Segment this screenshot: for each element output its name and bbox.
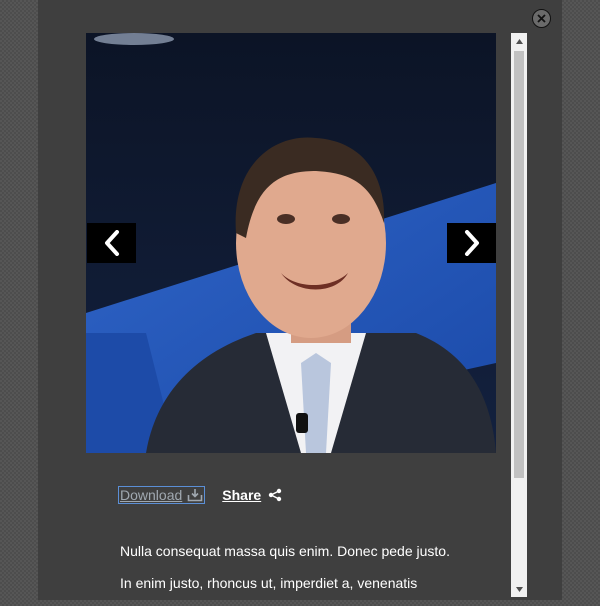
close-button[interactable] <box>532 9 551 28</box>
close-icon <box>537 14 546 23</box>
download-link[interactable]: Download <box>117 486 206 504</box>
next-image-button[interactable] <box>447 223 496 263</box>
article-paragraph: In enim justo, rhoncus ut, imperdiet a, … <box>120 575 418 591</box>
chevron-right-icon <box>464 230 479 256</box>
share-link[interactable]: Share <box>222 487 282 503</box>
scroll-up-arrow[interactable] <box>511 33 527 49</box>
gallery-photo <box>86 33 496 453</box>
article-text: Nulla consequat massa quis enim. Donec p… <box>120 542 450 606</box>
content-scrollbar[interactable] <box>511 33 527 597</box>
share-icon <box>268 488 282 502</box>
scrollbar-thumb[interactable] <box>514 51 524 478</box>
photo-actions: Download Share <box>117 486 282 504</box>
download-label: Download <box>120 487 183 503</box>
article-paragraph: Nulla consequat massa quis enim. Donec p… <box>120 543 450 559</box>
triangle-down-icon <box>515 586 523 592</box>
chevron-left-icon <box>104 230 119 256</box>
previous-image-button[interactable] <box>87 223 136 263</box>
scroll-down-arrow[interactable] <box>511 581 527 597</box>
download-icon <box>187 488 203 502</box>
share-label: Share <box>222 487 262 503</box>
triangle-up-icon <box>515 38 523 44</box>
